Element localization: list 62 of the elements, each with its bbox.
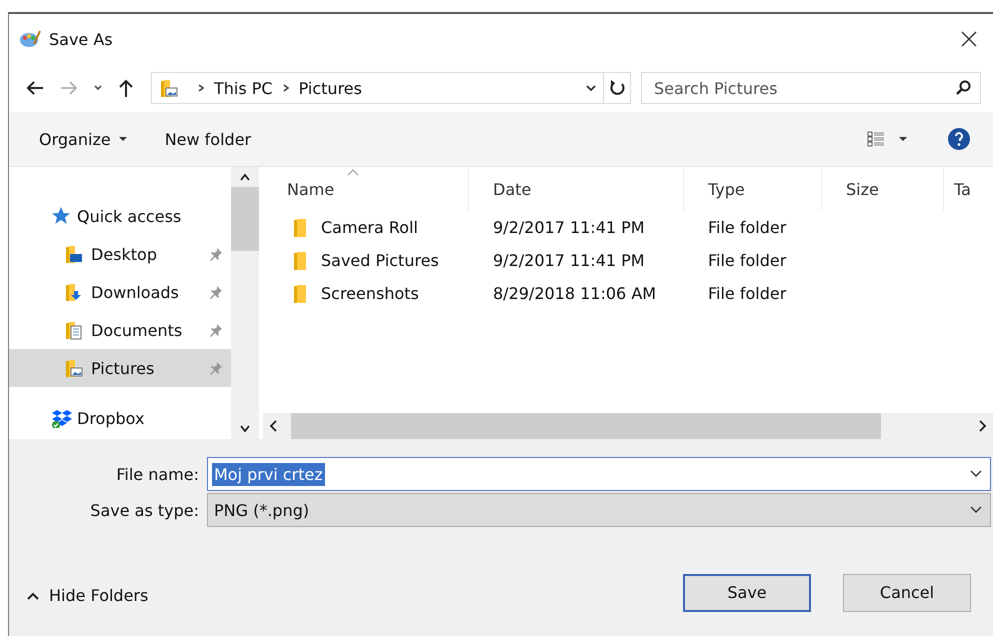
column-header[interactable]: Type — [684, 167, 822, 211]
caret-icon — [118, 136, 127, 142]
hide-folders-button[interactable]: Hide Folders — [23, 582, 152, 609]
column-header[interactable]: Date — [469, 167, 684, 211]
caret-up-icon — [27, 592, 39, 600]
sidebar-item[interactable]: Dropbox — [9, 399, 231, 437]
caret-icon[interactable] — [899, 136, 907, 142]
date-cell: 9/2/2017 11:41 PM — [493, 218, 645, 237]
scroll-down-icon[interactable] — [240, 425, 250, 433]
search-icon[interactable] — [955, 80, 971, 96]
save-button[interactable]: Save — [683, 574, 811, 612]
date-cell: 8/29/2018 11:06 AM — [493, 284, 656, 303]
close-icon[interactable] — [959, 29, 979, 49]
field-label: Save as type: — [89, 500, 199, 520]
folder-icon — [293, 218, 309, 238]
file-name-field[interactable]: Moj prvi crtez — [207, 457, 991, 491]
organize-menu[interactable]: Organize — [29, 126, 137, 152]
chevron-down-icon[interactable] — [93, 83, 103, 93]
column-header[interactable]: Size — [822, 167, 944, 211]
file-name[interactable]: Saved Pictures — [321, 251, 439, 270]
folder-icon — [293, 250, 309, 270]
file-name[interactable]: Camera Roll — [321, 218, 418, 237]
forward-arrow-icon — [59, 79, 79, 97]
file-type-dropdown[interactable]: PNG (*.png) — [207, 493, 991, 527]
window-title: Save As — [49, 30, 113, 48]
type-cell: File folder — [708, 218, 786, 237]
chevron-right-icon — [280, 83, 291, 93]
cancel-button[interactable]: Cancel — [843, 574, 971, 612]
column-header[interactable]: Name — [263, 167, 469, 211]
address-bar[interactable]: This PC Pictures — [151, 72, 631, 104]
column-header[interactable]: Ta — [944, 167, 984, 211]
sidebar-item[interactable]: Desktop — [9, 235, 231, 273]
date-cell: 9/2/2017 11:41 PM — [493, 251, 645, 270]
dropbox-icon — [51, 408, 73, 428]
type-cell: File folder — [708, 284, 786, 303]
chevron-down-icon — [970, 470, 982, 478]
scroll-right-icon[interactable] — [979, 420, 987, 432]
help-icon[interactable] — [947, 127, 971, 151]
folder-icon — [293, 284, 309, 304]
refresh-icon[interactable] — [608, 78, 626, 98]
sidebar-item[interactable]: Quick access — [9, 197, 231, 235]
scrollbar-thumb[interactable] — [231, 187, 259, 251]
breadcrumb[interactable]: This PC — [214, 78, 273, 98]
paint-palette-icon — [19, 29, 41, 49]
scrollbar-thumb[interactable] — [291, 413, 881, 439]
type-cell: File folder — [708, 251, 786, 270]
chevron-right-icon — [196, 83, 206, 93]
details-view-icon[interactable] — [867, 130, 885, 148]
breadcrumb[interactable]: Pictures — [298, 78, 362, 98]
scroll-up-icon[interactable] — [240, 173, 250, 181]
sidebar-item[interactable]: Downloads — [9, 273, 231, 311]
scroll-left-icon[interactable] — [269, 420, 277, 432]
up-arrow-icon[interactable] — [117, 78, 135, 98]
file-name[interactable]: Screenshots — [321, 284, 419, 303]
new-folder-button[interactable]: New folder — [154, 126, 262, 152]
search-field[interactable]: Search Pictures — [641, 72, 981, 104]
chevron-down-icon — [970, 506, 982, 514]
sidebar-item[interactable]: Pictures — [9, 349, 231, 387]
sidebar-item[interactable]: Documents — [9, 311, 231, 349]
field-label: File name: — [115, 464, 199, 484]
back-arrow-icon[interactable] — [25, 79, 45, 97]
chevron-down-icon[interactable] — [585, 83, 597, 93]
